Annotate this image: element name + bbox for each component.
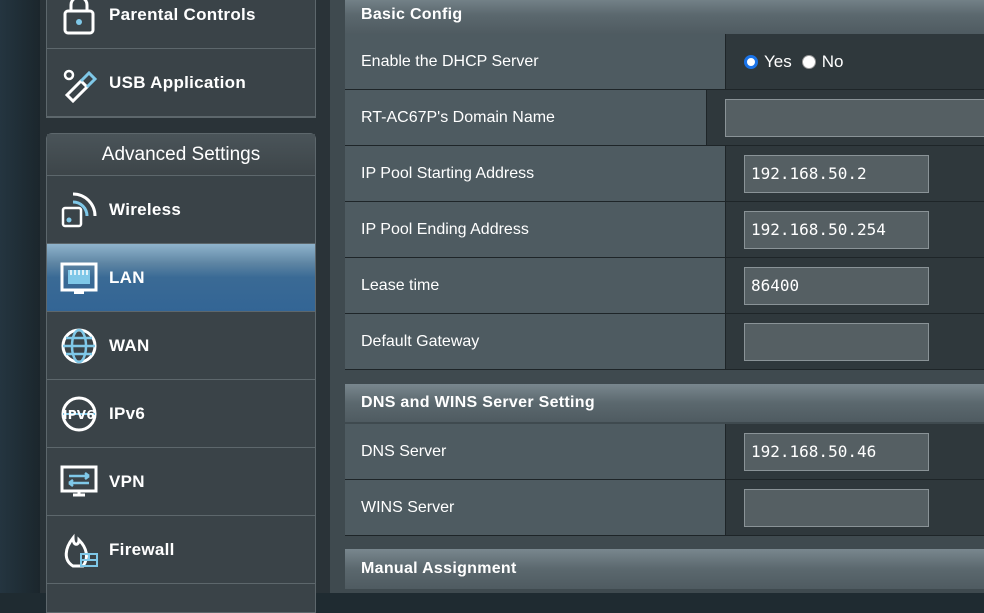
dns-server-label: DNS Server xyxy=(345,424,726,479)
wireless-icon xyxy=(57,188,101,232)
menu-label: LAN xyxy=(109,267,145,287)
default-gateway-label: Default Gateway xyxy=(345,314,726,369)
menu-label: IPv6 xyxy=(109,403,146,423)
lan-icon xyxy=(57,256,101,300)
menu-item-wireless[interactable]: Wireless xyxy=(47,176,315,244)
pool-start-input[interactable]: 192.168.50.2 xyxy=(744,154,929,193)
pool-end-input[interactable]: 192.168.50.254 xyxy=(744,210,929,249)
menu-item-firewall[interactable]: Firewall xyxy=(47,516,315,584)
default-gateway-value xyxy=(726,314,984,369)
default-gateway-row: Default Gateway xyxy=(345,314,984,370)
dhcp-enable-label: Enable the DHCP Server xyxy=(345,34,726,89)
radio-label: Yes xyxy=(764,51,792,71)
usb-icon xyxy=(57,61,101,105)
basic-config-header: Basic Config xyxy=(345,0,984,34)
menu-item-vpn[interactable]: VPN xyxy=(47,448,315,516)
lease-time-value: 86400 xyxy=(726,258,984,313)
radio-label: No xyxy=(821,51,844,71)
menu-item-wan[interactable]: WAN xyxy=(47,312,315,380)
advanced-settings-header: Advanced Settings xyxy=(47,134,315,176)
svg-text:IPV6: IPV6 xyxy=(63,408,95,422)
menu-label: WAN xyxy=(109,335,150,355)
default-gateway-input[interactable] xyxy=(744,322,929,361)
manual-assignment-header: Manual Assignment xyxy=(345,549,984,589)
pool-end-label: IP Pool Ending Address xyxy=(345,202,726,257)
wins-server-input[interactable] xyxy=(744,488,929,527)
domain-name-value xyxy=(707,90,984,145)
lease-time-label: Lease time xyxy=(345,258,726,313)
globe-icon xyxy=(57,324,101,368)
dns-server-value: 192.168.50.46 xyxy=(726,424,984,479)
menu-label: Wireless xyxy=(109,199,182,219)
content-panel: Basic Config Enable the DHCP Server Yes … xyxy=(330,0,984,593)
page-background xyxy=(0,0,40,593)
menu-label: VPN xyxy=(109,471,145,491)
dns-server-input[interactable]: 192.168.50.46 xyxy=(744,432,929,471)
domain-name-input[interactable] xyxy=(725,98,984,137)
vpn-icon xyxy=(57,460,101,504)
dhcp-yes-radio[interactable]: Yes xyxy=(744,52,792,72)
menu-item-usb-application[interactable]: USB Application xyxy=(47,49,315,117)
domain-name-row: RT-AC67P's Domain Name xyxy=(345,90,984,146)
pool-start-row: IP Pool Starting Address 192.168.50.2 xyxy=(345,146,984,202)
dhcp-enable-row: Enable the DHCP Server Yes No xyxy=(345,34,984,90)
pool-end-row: IP Pool Ending Address 192.168.50.254 xyxy=(345,202,984,258)
domain-name-label: RT-AC67P's Domain Name xyxy=(345,90,707,145)
general-menu: Parental Controls USB Application xyxy=(46,0,316,118)
menu-label: Parental Controls xyxy=(109,4,256,24)
pool-end-value: 192.168.50.254 xyxy=(726,202,984,257)
dns-wins-header: DNS and WINS Server Setting xyxy=(345,384,984,422)
advanced-settings-menu: Advanced Settings Wireless LAN WAN IPV6 … xyxy=(46,133,316,613)
dhcp-enable-value: Yes No xyxy=(726,34,984,89)
ipv6-icon: IPV6 xyxy=(57,392,101,436)
radio-unselected-icon xyxy=(801,54,816,69)
pool-start-value: 192.168.50.2 xyxy=(726,146,984,201)
menu-item-lan[interactable]: LAN xyxy=(47,244,315,312)
menu-item-ipv6[interactable]: IPV6 IPv6 xyxy=(47,380,315,448)
pool-start-label: IP Pool Starting Address xyxy=(345,146,726,201)
menu-label: USB Application xyxy=(109,72,247,92)
parental-lock-icon xyxy=(57,0,101,37)
firewall-icon xyxy=(57,528,101,572)
wins-server-row: WINS Server xyxy=(345,480,984,536)
menu-label: Firewall xyxy=(109,539,175,559)
wins-server-label: WINS Server xyxy=(345,480,726,535)
lease-time-input[interactable]: 86400 xyxy=(744,266,929,305)
dhcp-no-radio[interactable]: No xyxy=(801,51,844,72)
radio-selected-icon xyxy=(744,54,758,69)
lease-time-row: Lease time 86400 xyxy=(345,258,984,314)
menu-item-parental-controls[interactable]: Parental Controls xyxy=(47,0,315,49)
wins-server-value xyxy=(726,480,984,535)
dns-server-row: DNS Server 192.168.50.46 xyxy=(345,424,984,480)
